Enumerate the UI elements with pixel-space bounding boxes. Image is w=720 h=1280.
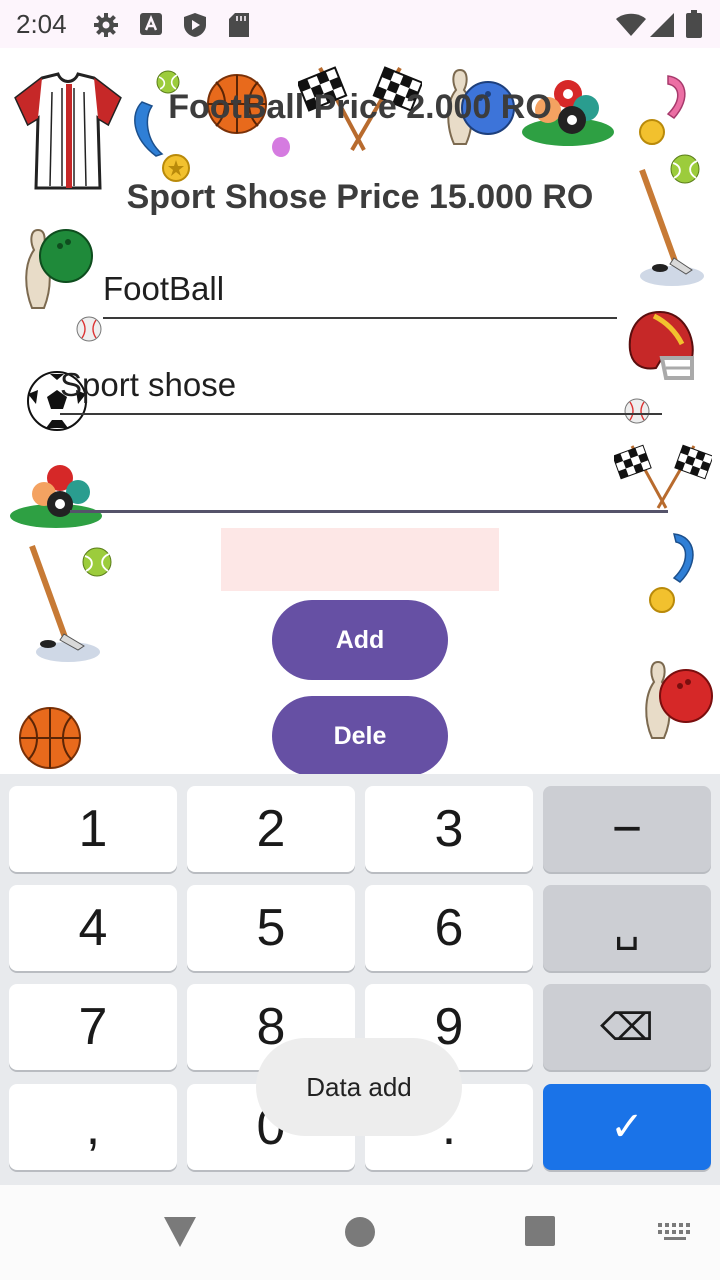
key-6[interactable]: 6 bbox=[365, 885, 533, 971]
battery-icon bbox=[686, 10, 702, 43]
navigation-bar bbox=[0, 1185, 720, 1280]
back-triangle-icon[interactable] bbox=[164, 1217, 196, 1252]
wifi-icon bbox=[616, 13, 646, 42]
settings-gear-icon bbox=[93, 12, 119, 43]
bowling-icon bbox=[645, 660, 713, 739]
product-field-1-value: FootBall bbox=[103, 270, 225, 307]
baseball-icon bbox=[624, 398, 650, 424]
toast-message: Data add bbox=[256, 1038, 462, 1136]
add-button[interactable]: Add bbox=[272, 600, 448, 680]
key-space[interactable]: ␣ bbox=[543, 885, 711, 971]
sd-card-icon bbox=[228, 12, 250, 43]
app-content: FootBall Price 2.000 RO Sport Shose Pric… bbox=[0, 48, 720, 774]
football-price-text: FootBall Price 2.000 RO bbox=[168, 88, 552, 126]
text-a-icon bbox=[139, 12, 163, 41]
bowling-icon bbox=[25, 228, 93, 309]
cell-signal-icon bbox=[650, 13, 674, 42]
result-box bbox=[221, 528, 499, 591]
key-enter[interactable]: ✓ bbox=[543, 1084, 711, 1170]
small-ball-icon bbox=[272, 137, 290, 157]
recents-square-icon[interactable] bbox=[525, 1216, 555, 1251]
basketball-icon bbox=[19, 707, 81, 769]
medal-icon bbox=[649, 533, 694, 613]
delete-button[interactable]: Dele bbox=[272, 696, 448, 774]
sport-shoes-price-text: Sport Shose Price 15.000 RO bbox=[126, 178, 594, 216]
key-7[interactable]: 7 bbox=[9, 984, 177, 1070]
home-circle-icon[interactable] bbox=[345, 1217, 375, 1252]
racing-flags-icon bbox=[614, 444, 712, 509]
product-field-2-value: Sport shose bbox=[60, 366, 237, 403]
key-5[interactable]: 5 bbox=[187, 885, 355, 971]
key-3[interactable]: 3 bbox=[365, 786, 533, 872]
status-bar: 2:04 bbox=[0, 0, 720, 48]
status-time: 2:04 bbox=[16, 9, 67, 39]
keyboard-switch-icon[interactable] bbox=[658, 1223, 692, 1246]
product-field-1-underline bbox=[103, 317, 617, 319]
quantity-field-underline bbox=[70, 510, 668, 513]
key-1[interactable]: 1 bbox=[9, 786, 177, 872]
football-helmet-icon bbox=[628, 310, 694, 380]
key-minus[interactable]: − bbox=[543, 786, 711, 872]
baseball-icon bbox=[76, 316, 102, 342]
shield-play-icon bbox=[183, 12, 207, 43]
tennis-ball-icon bbox=[82, 547, 112, 577]
product-field-2-underline bbox=[60, 413, 662, 415]
key-4[interactable]: 4 bbox=[9, 885, 177, 971]
billiard-balls-icon bbox=[10, 465, 102, 528]
key-comma[interactable]: , bbox=[9, 1084, 177, 1170]
key-backspace[interactable]: ⌫ bbox=[543, 984, 711, 1070]
key-2[interactable]: 2 bbox=[187, 786, 355, 872]
